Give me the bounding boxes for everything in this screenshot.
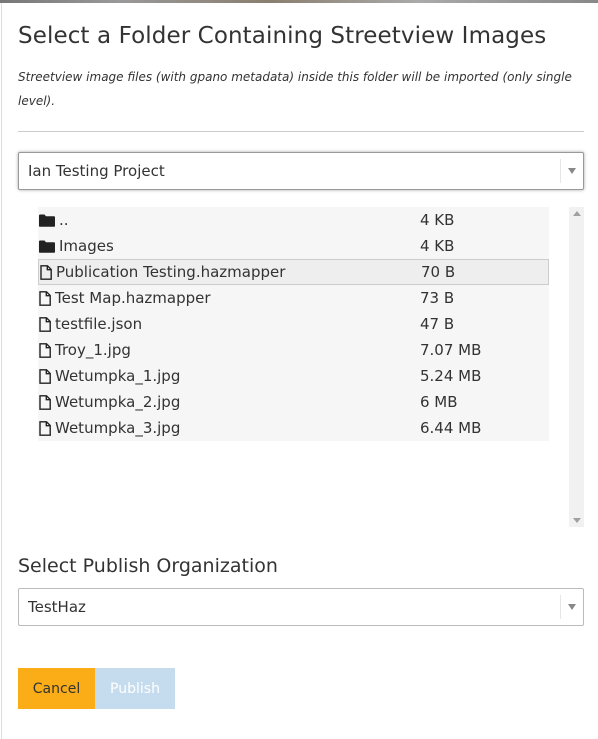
file-icon [40,264,56,280]
folder-select-dialog: Select a Folder Containing Streetview Im… [1,3,598,739]
file-list: .. 4 KB Images 4 KB Publication Testing.hazm… [38,207,549,441]
org-section-label: Select Publish Organization [18,555,278,577]
folder-icon [39,240,55,253]
file-row[interactable]: Troy_1.jpg 7.07 MB [38,337,549,363]
file-size: 47 B [420,315,455,333]
dialog-title: Select a Folder Containing Streetview Im… [18,23,547,49]
file-name: Wetumpka_2.jpg [55,393,181,411]
select-separator [560,159,561,183]
file-size: 4 KB [420,211,455,229]
file-name: testfile.json [55,315,143,333]
file-browser: .. 4 KB Images 4 KB Publication Testing.hazm… [18,207,584,527]
file-name: Test Map.hazmapper [55,289,211,307]
file-icon [39,316,55,332]
publish-button[interactable]: Publish [95,668,175,709]
project-select[interactable]: Ian Testing Project [18,152,584,190]
file-row[interactable]: Wetumpka_3.jpg 6.44 MB [38,415,549,441]
file-icon [39,394,55,410]
file-row[interactable]: Wetumpka_1.jpg 5.24 MB [38,363,549,389]
folder-icon [39,214,55,227]
file-icon [39,290,55,306]
file-list-scrollbar[interactable] [569,207,584,527]
chevron-down-icon [568,168,576,174]
folder-row[interactable]: Images 4 KB [38,233,549,259]
file-icon [39,368,55,384]
select-separator [560,595,561,619]
file-icon [39,420,55,436]
dialog-subtitle: Streetview image files (with gpano metad… [18,70,572,108]
divider [18,131,584,132]
scroll-down-icon[interactable] [573,518,581,523]
file-name: Wetumpka_3.jpg [55,419,181,437]
file-name: Images [59,237,114,255]
org-select[interactable]: TestHaz [18,588,584,626]
chevron-down-icon [568,604,576,610]
file-row[interactable]: testfile.json 47 B [38,311,549,337]
project-select-value: Ian Testing Project [28,162,165,180]
file-size: 73 B [420,289,455,307]
file-size: 6.44 MB [420,419,482,437]
scroll-up-icon[interactable] [573,211,581,216]
file-name: Wetumpka_1.jpg [55,367,181,385]
file-size: 4 KB [420,237,455,255]
file-size: 70 B [421,263,456,281]
folder-row[interactable]: .. 4 KB [38,207,549,233]
file-row[interactable]: Wetumpka_2.jpg 6 MB [38,389,549,415]
cancel-button[interactable]: Cancel [18,668,95,709]
file-size: 7.07 MB [420,341,482,359]
file-name: .. [59,211,69,229]
file-row[interactable]: Test Map.hazmapper 73 B [38,285,549,311]
file-row[interactable]: Publication Testing.hazmapper 70 B [38,259,549,285]
file-icon [39,342,55,358]
file-size: 5.24 MB [420,367,482,385]
org-select-value: TestHaz [28,598,86,616]
file-name: Publication Testing.hazmapper [56,263,286,281]
file-size: 6 MB [420,393,458,411]
file-name: Troy_1.jpg [55,341,131,359]
